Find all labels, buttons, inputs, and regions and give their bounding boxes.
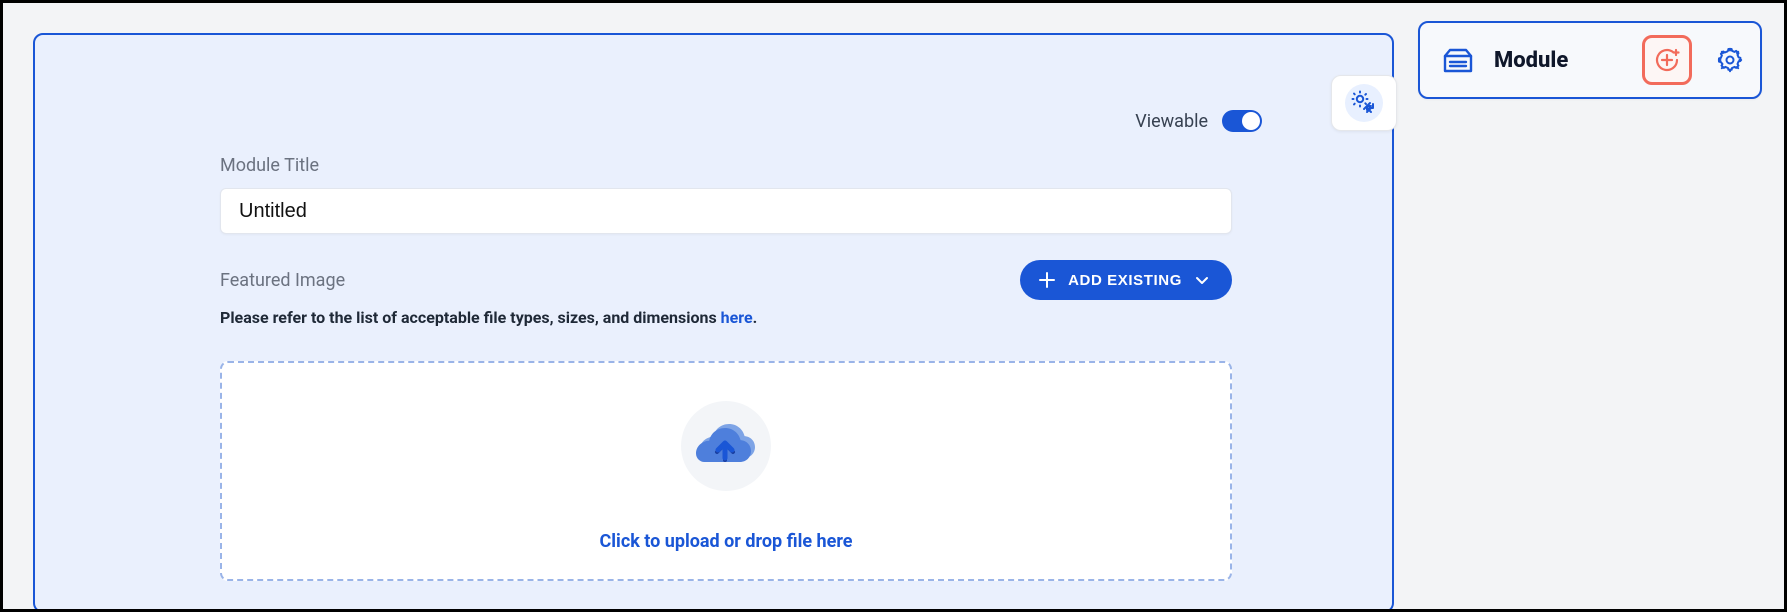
featured-image-label: Featured Image [220, 270, 345, 291]
add-circle-plus-icon [1652, 45, 1682, 75]
upload-icon-wrap [681, 401, 771, 491]
gear-icon [1717, 47, 1743, 73]
module-card[interactable]: Module [1418, 21, 1762, 99]
module-title-input[interactable] [220, 188, 1232, 234]
cloud-upload-icon [694, 422, 758, 470]
gear-collapse-icon [1349, 88, 1379, 118]
viewable-toggle[interactable] [1222, 110, 1262, 132]
module-editor-card: Viewable Module Title Featured Image ADD… [33, 33, 1394, 612]
module-icon-box [1438, 40, 1478, 80]
dropzone-text: Click to upload or drop file here [600, 531, 853, 552]
viewable-row: Viewable [1135, 110, 1262, 132]
helper-text-prefix: Please refer to the list of acceptable f… [220, 308, 721, 327]
module-title-label: Module Title [220, 155, 1232, 176]
collapse-settings-button[interactable] [1331, 75, 1397, 131]
module-icon [1441, 45, 1475, 75]
form-area: Module Title Featured Image ADD EXISTING… [220, 155, 1232, 581]
chevron-down-icon [1194, 272, 1210, 288]
add-existing-button[interactable]: ADD EXISTING [1020, 260, 1232, 300]
app-canvas: Viewable Module Title Featured Image ADD… [3, 3, 1784, 609]
viewable-label: Viewable [1135, 111, 1208, 132]
collapse-settings-inner [1345, 84, 1383, 122]
upload-dropzone[interactable]: Click to upload or drop file here [220, 361, 1232, 581]
add-existing-label: ADD EXISTING [1068, 272, 1182, 289]
module-card-title: Module [1494, 48, 1626, 73]
plus-icon [1038, 271, 1056, 289]
helper-text-suffix: . [753, 308, 758, 327]
app-frame: Viewable Module Title Featured Image ADD… [0, 0, 1787, 612]
module-settings-button[interactable] [1714, 44, 1746, 76]
helper-text: Please refer to the list of acceptable f… [220, 308, 1232, 327]
helper-link[interactable]: here [721, 308, 753, 327]
add-module-button[interactable] [1642, 35, 1692, 85]
sidebar-column: Module [1404, 3, 1784, 609]
featured-image-row: Featured Image ADD EXISTING [220, 260, 1232, 300]
editor-column: Viewable Module Title Featured Image ADD… [3, 3, 1404, 609]
